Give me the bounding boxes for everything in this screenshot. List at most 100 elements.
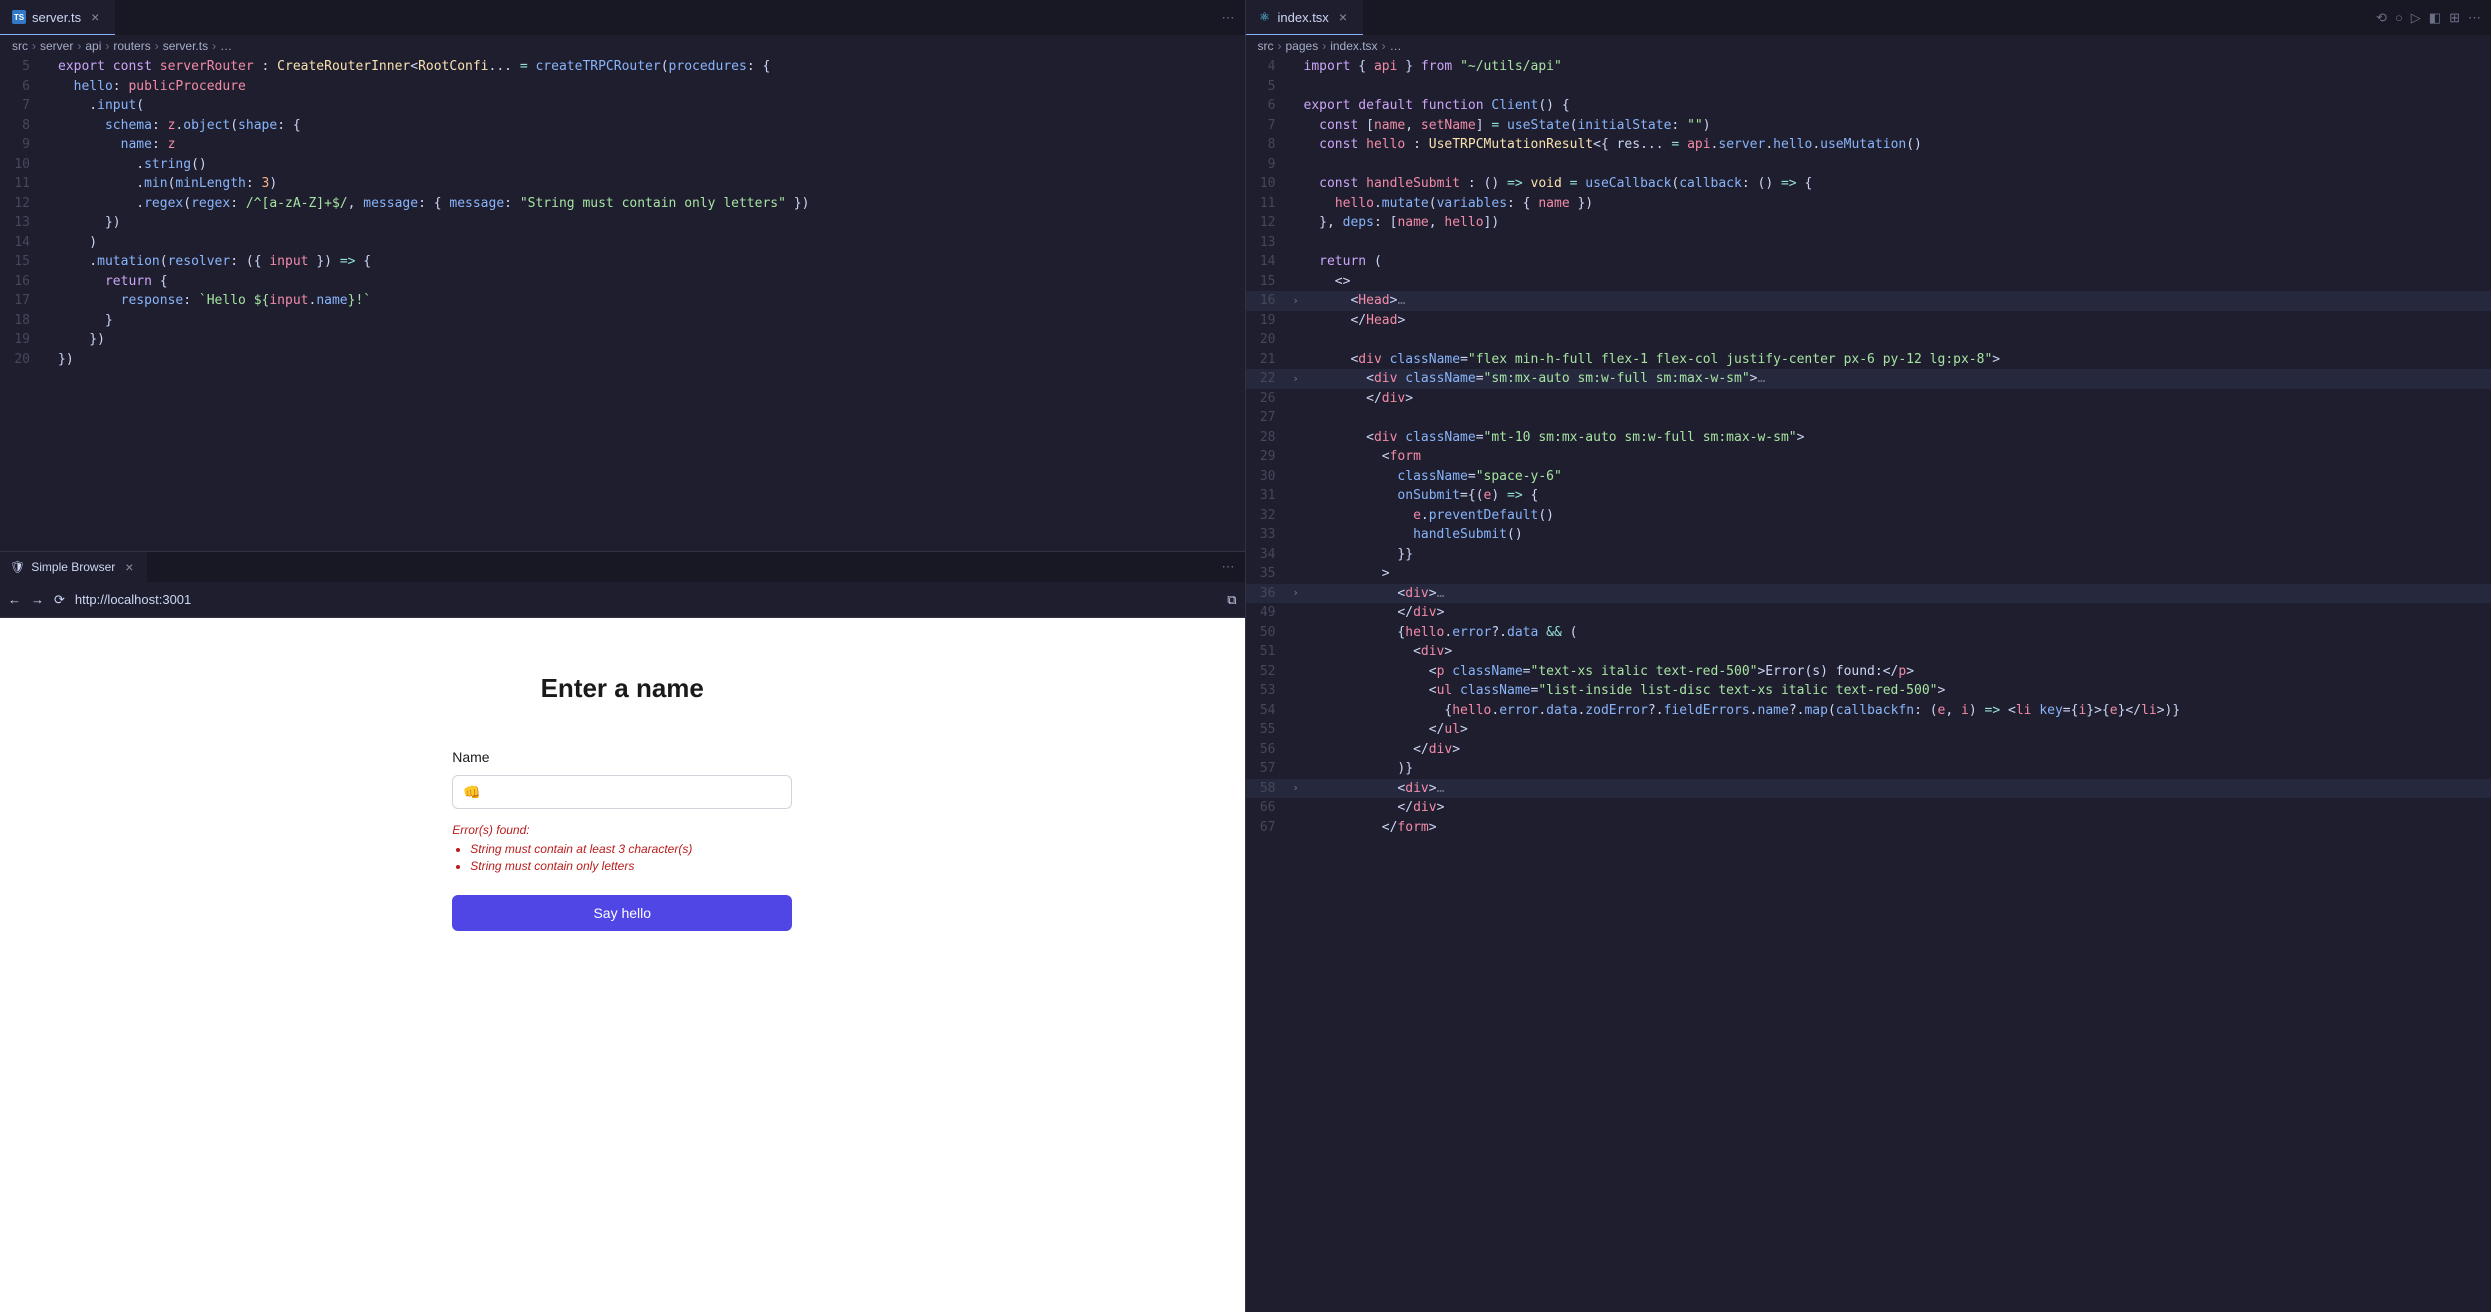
fold-chevron-icon [1288,428,1304,448]
name-input[interactable] [452,775,792,809]
fold-chevron-icon [42,116,58,136]
errors-heading: Error(s) found: [452,823,792,837]
fold-chevron-icon [1288,759,1304,779]
fold-chevron-icon[interactable]: › [1288,584,1304,604]
tab-index-tsx[interactable]: ⚛ index.tsx × [1246,0,1364,35]
fold-chevron-icon [1288,174,1304,194]
fold-chevron-icon [1288,311,1304,331]
react-icon: ⚛ [1258,10,1272,24]
editor-left[interactable]: 5export const serverRouter : CreateRoute… [0,57,1245,551]
fold-chevron-icon [1288,642,1304,662]
fold-chevron-icon [42,252,58,272]
fold-chevron-icon [1288,447,1304,467]
breadcrumb-item[interactable]: api [85,39,101,53]
breadcrumb-item[interactable]: … [220,39,232,53]
name-label: Name [452,749,792,765]
more-icon[interactable]: ⋯ [2468,10,2481,26]
shield-icon: 🛡 [10,560,25,574]
fold-chevron-icon [1288,545,1304,565]
breadcrumb-item[interactable]: server [40,39,73,53]
fold-chevron-icon[interactable]: › [1288,779,1304,799]
circle-icon[interactable]: ○ [2395,10,2403,26]
browser-viewport[interactable]: Enter a name Name Error(s) found: String… [0,618,1245,1312]
fold-chevron-icon [1288,389,1304,409]
fold-chevron-icon [1288,720,1304,740]
fold-chevron-icon [1288,272,1304,292]
tab-simple-browser[interactable]: 🛡 Simple Browser × [0,552,147,582]
breadcrumb-item[interactable]: src [12,39,28,53]
fold-chevron-icon [42,57,58,77]
close-icon[interactable]: × [1335,9,1351,25]
errors-list: String must contain at least 3 character… [452,841,792,875]
diff-icon[interactable]: ⟲ [2376,10,2387,26]
fold-chevron-icon [42,233,58,253]
breadcrumb-item[interactable]: server.ts [163,39,208,53]
fold-chevron-icon [1288,623,1304,643]
breadcrumb-item[interactable]: src [1258,39,1274,53]
fold-chevron-icon[interactable]: › [1288,291,1304,311]
fold-chevron-icon [1288,564,1304,584]
browser-tab-label: Simple Browser [31,560,115,574]
back-icon[interactable]: ← [8,592,21,608]
fold-chevron-icon [42,96,58,116]
close-icon[interactable]: × [121,559,137,575]
fold-chevron-icon [1288,330,1304,350]
fold-chevron-icon [42,330,58,350]
left-tab-bar: TS server.ts × ⋯ [0,0,1245,35]
tab-server-ts[interactable]: TS server.ts × [0,0,115,35]
fold-chevron-icon [42,194,58,214]
open-external-icon[interactable]: ⧉ [1227,592,1236,608]
fold-chevron-icon [1288,408,1304,428]
fold-chevron-icon [42,311,58,331]
fold-chevron-icon [1288,155,1304,175]
split-icon[interactable]: ◧ [2429,10,2441,26]
breadcrumb-item[interactable]: pages [1286,39,1319,53]
url-input[interactable] [75,592,1217,607]
typescript-icon: TS [12,10,26,24]
fold-chevron-icon [1288,701,1304,721]
fold-chevron-icon [1288,525,1304,545]
fold-chevron-icon [1288,467,1304,487]
fold-chevron-icon [42,135,58,155]
browser-toolbar: ← → ⟳ ⧉ [0,582,1245,618]
browser-tab-bar: 🛡 Simple Browser × ⋯ [0,552,1245,582]
more-icon[interactable]: ⋯ [1222,10,1235,26]
fold-chevron-icon [42,155,58,175]
fold-chevron-icon [1288,252,1304,272]
fold-chevron-icon [1288,213,1304,233]
forward-icon[interactable]: → [31,592,44,608]
layout-icon[interactable]: ⊞ [2449,10,2460,26]
breadcrumb-left[interactable]: src › server › api › routers › server.ts… [0,35,1245,57]
fold-chevron-icon [42,213,58,233]
editor-right[interactable]: 4import { api } from "~/utils/api"56expo… [1246,57,2491,1312]
run-icon[interactable]: ▷ [2411,10,2421,26]
fold-chevron-icon[interactable]: › [1288,369,1304,389]
breadcrumb-right[interactable]: src › pages › index.tsx › … [1246,35,2491,57]
fold-chevron-icon [42,350,58,370]
fold-chevron-icon [42,291,58,311]
error-item: String must contain only letters [470,858,792,875]
page-title: Enter a name [452,673,792,704]
tab-label: index.tsx [1278,10,1329,25]
tab-label: server.ts [32,10,81,25]
reload-icon[interactable]: ⟳ [54,592,65,608]
breadcrumb-item[interactable]: … [1390,39,1402,53]
fold-chevron-icon [1288,135,1304,155]
fold-chevron-icon [1288,57,1304,77]
fold-chevron-icon [1288,603,1304,623]
breadcrumb-item[interactable]: index.tsx [1330,39,1377,53]
fold-chevron-icon [1288,96,1304,116]
submit-button[interactable]: Say hello [452,895,792,931]
right-tab-bar: ⚛ index.tsx × ⟲ ○ ▷ ◧ ⊞ ⋯ [1246,0,2491,35]
fold-chevron-icon [1288,486,1304,506]
error-item: String must contain at least 3 character… [470,841,792,858]
fold-chevron-icon [42,77,58,97]
more-icon[interactable]: ⋯ [1222,559,1235,575]
fold-chevron-icon [1288,116,1304,136]
fold-chevron-icon [1288,506,1304,526]
fold-chevron-icon [1288,818,1304,838]
fold-chevron-icon [1288,233,1304,253]
fold-chevron-icon [1288,740,1304,760]
breadcrumb-item[interactable]: routers [113,39,150,53]
close-icon[interactable]: × [87,9,103,25]
